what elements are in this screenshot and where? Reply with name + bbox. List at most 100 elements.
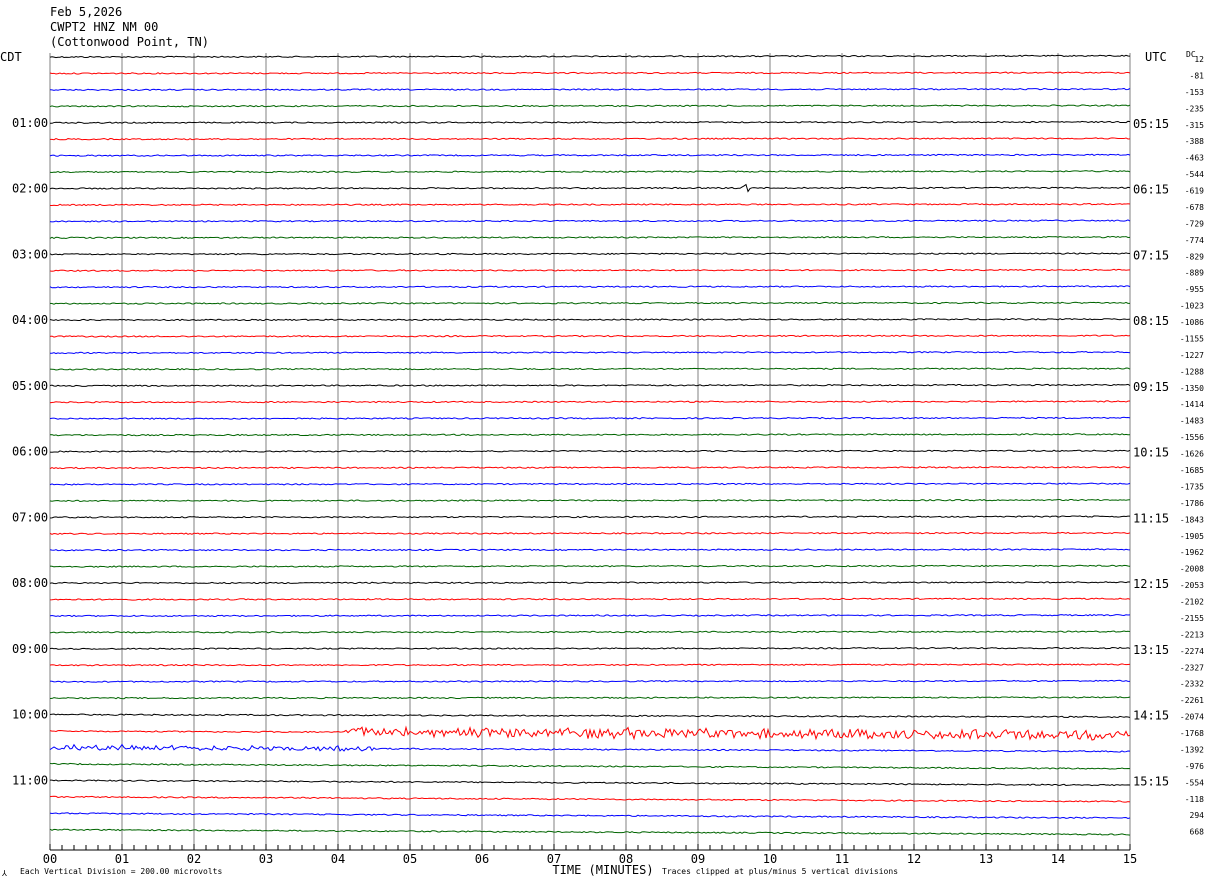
dc-offset-38: -2332 bbox=[1180, 680, 1204, 689]
trace-line-18 bbox=[49, 350, 1131, 355]
trace-line-7 bbox=[49, 170, 1131, 174]
x-tick-label: 15 bbox=[1123, 852, 1137, 866]
trace-line-16 bbox=[49, 318, 1131, 322]
trace-line-22 bbox=[49, 416, 1131, 420]
dc-offset-40: -2074 bbox=[1180, 713, 1204, 722]
cdt-hour-label: 02:00 bbox=[12, 182, 48, 196]
dc-offset-0: 12 bbox=[1194, 55, 1204, 64]
x-tick-label: 03 bbox=[259, 852, 273, 866]
trace-line-3 bbox=[49, 104, 1131, 108]
cdt-hour-label: 07:00 bbox=[12, 510, 48, 524]
trace-line-34 bbox=[49, 614, 1131, 618]
trace-line-9 bbox=[49, 203, 1131, 207]
dc-offset-29: -1905 bbox=[1180, 532, 1204, 541]
utc-axis-label: UTC bbox=[1145, 50, 1167, 64]
utc-hour-label: 14:15 bbox=[1133, 709, 1169, 723]
trace-line-31 bbox=[49, 564, 1131, 568]
dc-offset-3: -235 bbox=[1185, 104, 1204, 113]
trace-line-10 bbox=[49, 219, 1131, 223]
trace-line-43 bbox=[49, 762, 1131, 770]
x-tick-label: 14 bbox=[1051, 852, 1065, 866]
dc-offset-4: -315 bbox=[1185, 121, 1204, 130]
x-tick-label: 11 bbox=[835, 852, 849, 866]
dc-offset-10: -729 bbox=[1185, 219, 1204, 228]
header-location: (Cottonwood Point, TN) bbox=[50, 35, 209, 49]
x-tick-label: 13 bbox=[979, 852, 993, 866]
dc-offset-24: -1626 bbox=[1180, 450, 1204, 459]
seismic-traces: 12 -81 -153 -235 -315 -388 -463 -544 -619 -678 -72… bbox=[49, 54, 1205, 837]
trace-line-2 bbox=[49, 87, 1131, 91]
cdt-hour-label: 04:00 bbox=[12, 313, 48, 327]
dc-offset-19: -1288 bbox=[1180, 367, 1204, 376]
trace-line-5 bbox=[49, 137, 1131, 141]
trace-line-21 bbox=[49, 400, 1131, 404]
trace-line-46 bbox=[49, 812, 1131, 820]
trace-line-17 bbox=[49, 334, 1131, 338]
trace-line-20 bbox=[49, 383, 1131, 387]
dc-offset-2: -153 bbox=[1185, 88, 1204, 97]
trace-line-29 bbox=[49, 531, 1131, 535]
utc-hour-label: 09:15 bbox=[1133, 380, 1169, 394]
trace-line-42 bbox=[49, 743, 1131, 753]
dc-offset-9: -678 bbox=[1185, 203, 1204, 212]
dc-offset-7: -544 bbox=[1185, 170, 1204, 179]
dc-offset-32: -2053 bbox=[1180, 581, 1204, 590]
cdt-hour-label: 05:00 bbox=[12, 379, 48, 393]
scale-note: Each Vertical Division = 200.00 microvol… bbox=[20, 867, 222, 876]
trace-line-8 bbox=[49, 183, 1131, 193]
trace-line-32 bbox=[49, 581, 1131, 585]
dc-offset-17: -1155 bbox=[1180, 335, 1204, 344]
dc-offset-46: 294 bbox=[1190, 811, 1205, 820]
dc-offset-33: -2102 bbox=[1180, 598, 1204, 607]
utc-hour-label: 05:15 bbox=[1133, 117, 1169, 131]
trace-line-38 bbox=[49, 679, 1131, 683]
trace-line-14 bbox=[49, 285, 1131, 289]
trace-line-36 bbox=[49, 646, 1131, 650]
trace-line-0 bbox=[49, 54, 1131, 59]
dc-offset-44: -554 bbox=[1185, 778, 1204, 787]
cdt-hour-label: 10:00 bbox=[12, 708, 48, 722]
utc-hour-label: 13:15 bbox=[1133, 643, 1169, 657]
trace-line-11 bbox=[49, 235, 1131, 239]
dc-offset-16: -1086 bbox=[1180, 318, 1204, 327]
trace-line-25 bbox=[49, 466, 1131, 470]
dc-offset-25: -1685 bbox=[1180, 466, 1204, 475]
dc-offset-21: -1414 bbox=[1180, 400, 1204, 409]
trace-line-4 bbox=[49, 120, 1131, 124]
dc-offset-14: -955 bbox=[1185, 285, 1204, 294]
dc-offset-31: -2008 bbox=[1180, 565, 1204, 574]
trace-line-13 bbox=[49, 268, 1131, 272]
trace-line-44 bbox=[49, 779, 1131, 787]
trace-line-41 bbox=[49, 725, 1131, 741]
dc-offset-18: -1227 bbox=[1180, 351, 1204, 360]
time-labels: 01:00 02:00 03:00 04:00 05:00 06:00 07:00 08:00… bbox=[12, 116, 1169, 789]
dc-offset-34: -2155 bbox=[1180, 614, 1204, 623]
cdt-hour-label: 11:00 bbox=[12, 773, 48, 787]
utc-hour-label: 12:15 bbox=[1133, 577, 1169, 591]
dc-offset-39: -2261 bbox=[1180, 696, 1204, 705]
dc-offset-27: -1786 bbox=[1180, 499, 1204, 508]
trace-line-47 bbox=[49, 828, 1131, 836]
x-axis-title: TIME (MINUTES) bbox=[552, 863, 653, 877]
x-tick-label: 05 bbox=[403, 852, 417, 866]
trace-line-15 bbox=[49, 301, 1131, 305]
seismogram-chart: Feb 5,2026 CWPT2 HNZ NM 00 (Cottonwood P… bbox=[0, 5, 1205, 878]
cdt-hour-label: 06:00 bbox=[12, 445, 48, 459]
trace-line-33 bbox=[49, 597, 1131, 601]
clip-note: Traces clipped at plus/minus 5 vertical … bbox=[662, 867, 898, 876]
dc-offset-35: -2213 bbox=[1180, 630, 1204, 639]
trace-line-45 bbox=[49, 795, 1131, 803]
x-tick-label: 09 bbox=[691, 852, 705, 866]
header-date: Feb 5,2026 bbox=[50, 5, 122, 19]
dc-offset-20: -1350 bbox=[1180, 384, 1204, 393]
trace-line-40 bbox=[49, 713, 1131, 719]
dc-offset-11: -774 bbox=[1185, 236, 1204, 245]
trace-line-19 bbox=[49, 367, 1131, 371]
trace-line-12 bbox=[49, 252, 1131, 256]
dc-offset-5: -388 bbox=[1185, 137, 1204, 146]
header-station: CWPT2 HNZ NM 00 bbox=[50, 20, 158, 34]
dc-offset-8: -619 bbox=[1185, 187, 1204, 196]
dc-offset-13: -889 bbox=[1185, 269, 1204, 278]
dc-offset-36: -2274 bbox=[1180, 647, 1204, 656]
trace-line-28 bbox=[49, 515, 1131, 519]
